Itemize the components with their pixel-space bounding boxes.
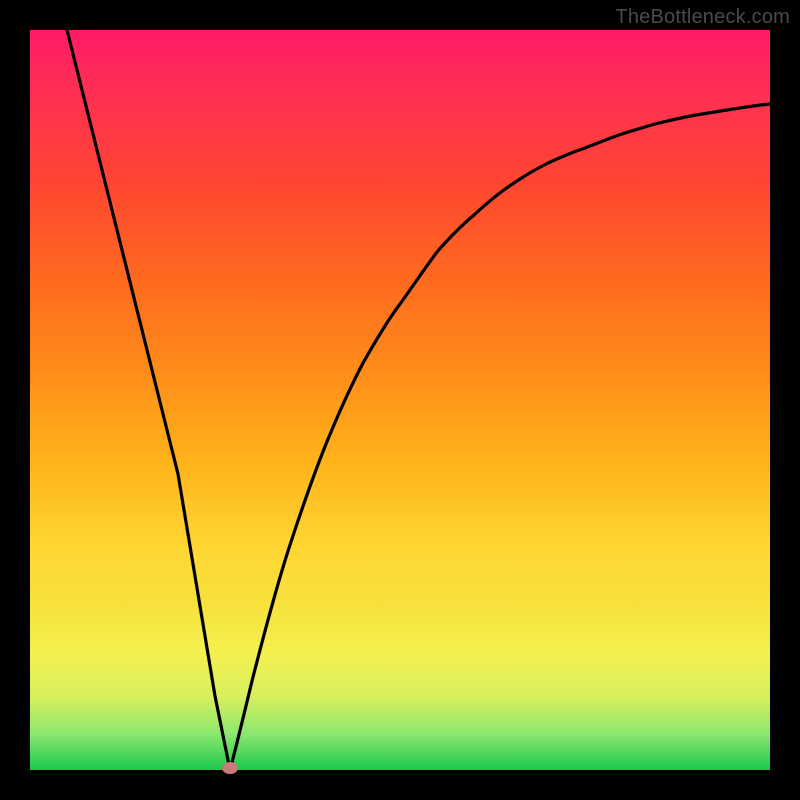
bottleneck-curve bbox=[30, 30, 770, 770]
chart-container: TheBottleneck.com bbox=[0, 0, 800, 800]
curve-path bbox=[67, 30, 770, 770]
minimum-marker bbox=[222, 762, 238, 774]
plot-area bbox=[30, 30, 770, 770]
attribution-text: TheBottleneck.com bbox=[615, 6, 790, 29]
